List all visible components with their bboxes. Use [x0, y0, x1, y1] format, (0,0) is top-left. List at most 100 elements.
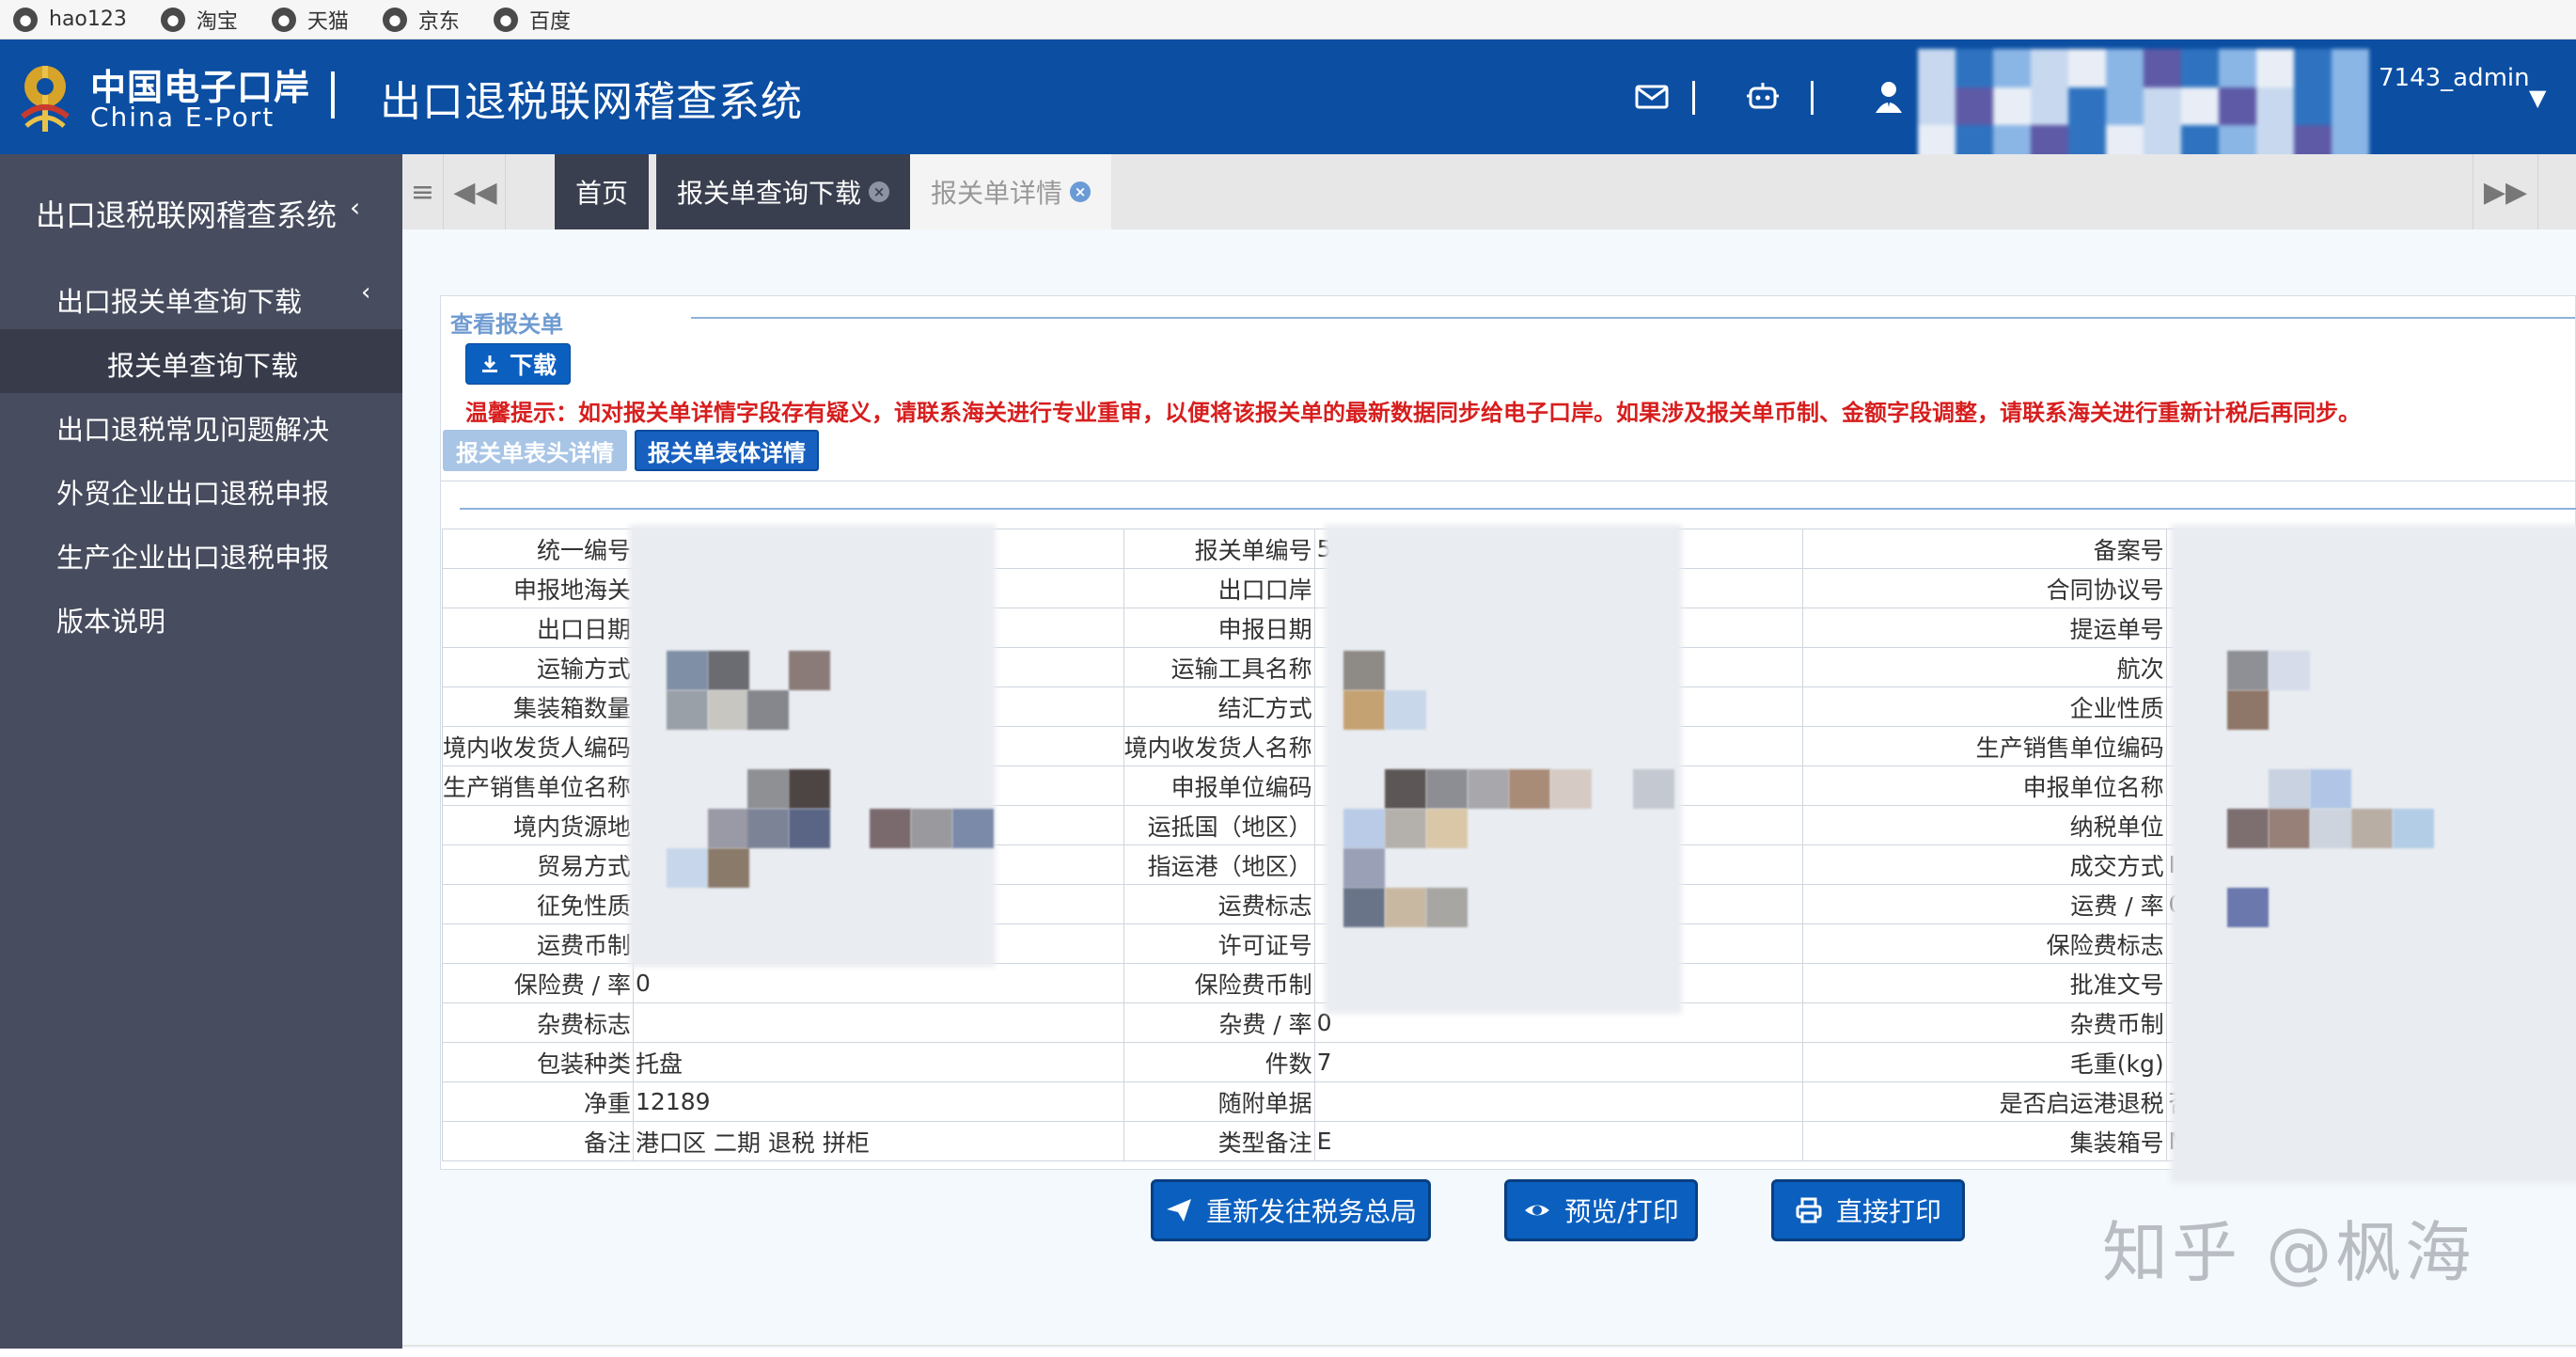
field-label: 结汇方式	[1123, 686, 1315, 727]
field-label: 运费 / 率	[1802, 884, 2167, 924]
print-icon	[1796, 1197, 1822, 1223]
user-name[interactable]: 7143_admin	[2379, 64, 2530, 92]
field-value	[1313, 1081, 1804, 1122]
globe-icon: ●	[13, 7, 38, 32]
field-label: 出口日期	[441, 607, 635, 648]
bookmark-jd[interactable]: ● 京东	[382, 5, 460, 35]
chevron-left-icon[interactable]: ‹	[350, 192, 360, 223]
field-label: 申报单位名称	[1802, 765, 2167, 806]
divider	[460, 508, 2576, 510]
sidebar-item-trade-enterprise[interactable]: 外贸企业出口退税申报	[56, 472, 329, 512]
redacted-region	[2269, 769, 2310, 809]
redacted-region	[1343, 888, 1385, 927]
redacted-region	[667, 651, 708, 690]
field-label: 合同协议号	[1802, 568, 2167, 608]
warning-notice: 温馨提示：如对报关单详情字段存有疑义，请联系海关进行专业重审，以便将该报关单的最…	[465, 400, 2361, 426]
close-icon[interactable]: ×	[1070, 181, 1092, 202]
mail-icon[interactable]	[1634, 79, 1670, 115]
bookmarks-bar: ● hao123 ● 淘宝 ● 天猫 ● 京东 ● 百度	[0, 0, 2576, 39]
field-label: 运输工具名称	[1123, 647, 1315, 687]
field-label: 保险费 / 率	[441, 963, 635, 1003]
tab-body-detail[interactable]: 报关单表体详情	[635, 430, 819, 471]
user-icon[interactable]	[1871, 79, 1907, 115]
field-label: 包装种类	[441, 1042, 635, 1082]
redacted-region	[1426, 809, 1468, 848]
field-label: 生产销售单位编码	[1802, 726, 2167, 766]
redacted-region	[789, 809, 830, 848]
bookmark-tmall[interactable]: ● 天猫	[271, 5, 349, 35]
field-label: 运费标志	[1123, 884, 1315, 924]
sidebar-item-version-notes[interactable]: 版本说明	[56, 600, 165, 639]
sidebar-title: 出口退税联网稽查系统	[36, 197, 338, 233]
field-label: 保险费币制	[1123, 963, 1315, 1003]
redacted-region	[1343, 848, 1385, 888]
tab-declaration-query[interactable]: 报关单查询下载 ×	[656, 154, 911, 229]
chevron-left-icon[interactable]: ‹	[361, 278, 370, 307]
tab-header-detail[interactable]: 报关单表头详情	[443, 430, 627, 471]
resend-tax-bureau-button[interactable]: 重新发往税务总局	[1151, 1179, 1431, 1241]
redacted-region	[1633, 769, 1674, 809]
field-label: 运费币制	[441, 923, 635, 964]
redacted-region	[708, 651, 749, 690]
logo-english: China E-Port	[90, 102, 275, 133]
field-value: 7	[1313, 1042, 1804, 1082]
field-label: 企业性质	[1802, 686, 2167, 727]
tab-declaration-detail[interactable]: 报关单详情 ×	[910, 154, 1112, 229]
redacted-region	[2227, 690, 2269, 730]
watermark: 知乎 @枫海	[2102, 1214, 2475, 1291]
menu-icon[interactable]: ≡	[402, 154, 444, 229]
redacted-region	[1385, 809, 1426, 848]
redacted-region	[1426, 888, 1468, 927]
tab-home[interactable]: 首页	[555, 154, 650, 229]
sidebar-item-faq[interactable]: 出口退税常见问题解决	[56, 408, 329, 448]
field-label: 申报地海关	[441, 568, 635, 608]
redacted-region	[1343, 809, 1385, 848]
redacted-region	[2227, 809, 2269, 848]
field-value: 托盘	[633, 1042, 1124, 1082]
preview-print-button[interactable]: 预览/打印	[1504, 1179, 1698, 1241]
sidebar-item-export-declaration[interactable]: 出口报关单查询下载	[56, 280, 302, 320]
bookmark-taobao[interactable]: ● 淘宝	[160, 5, 238, 35]
redacted-region	[2269, 651, 2310, 690]
customs-emblem-icon	[21, 66, 70, 132]
redacted-region	[667, 848, 708, 888]
field-label: 批准文号	[1802, 963, 2167, 1003]
globe-icon: ●	[382, 7, 407, 32]
bookmark-hao123[interactable]: ● hao123	[13, 7, 127, 32]
redacted-region	[708, 848, 749, 888]
send-icon	[1166, 1199, 1191, 1222]
redacted-region	[2171, 525, 2576, 1183]
header-separator	[1692, 81, 1695, 115]
scroll-left-icon[interactable]: ◀◀	[446, 154, 506, 229]
bookmark-baidu[interactable]: ● 百度	[493, 5, 571, 35]
app-header: 中国电子口岸 China E-Port 出口退税联网稽查系统 7143_admi…	[0, 39, 2576, 164]
direct-print-button[interactable]: 直接打印	[1771, 1179, 1965, 1241]
field-label: 统一编号	[441, 529, 635, 569]
redacted-region	[1550, 769, 1592, 809]
redacted-region	[747, 690, 789, 730]
field-label: 生产销售单位名称	[441, 765, 635, 806]
close-icon[interactable]: ×	[869, 181, 890, 202]
redacted-region	[667, 690, 708, 730]
redacted-region	[2269, 809, 2310, 848]
robot-icon[interactable]	[1745, 79, 1781, 115]
caret-down-icon[interactable]: ▼	[2529, 85, 2546, 111]
field-label: 杂费币制	[1802, 1002, 2167, 1043]
field-value: 12189	[633, 1081, 1124, 1122]
redacted-region	[708, 809, 749, 848]
field-label: 杂费 / 率	[1123, 1002, 1315, 1043]
redacted-region	[911, 809, 952, 848]
download-button[interactable]: 下载	[465, 343, 571, 385]
system-title: 出口退税联网稽查系统	[380, 78, 803, 126]
sidebar-item-production-enterprise[interactable]: 生产企业出口退税申报	[56, 536, 329, 576]
scroll-right-icon[interactable]: ▶▶	[2473, 154, 2538, 229]
eye-icon	[1525, 1205, 1550, 1216]
field-value: 0	[633, 963, 1124, 1003]
field-label: 运抵国（地区）	[1123, 805, 1315, 845]
panel-title: 查看报关单	[450, 311, 563, 338]
redacted-region	[870, 809, 911, 848]
field-label: 杂费标志	[441, 1002, 635, 1043]
redacted-region	[1385, 690, 1426, 730]
sidebar-subitem-declaration-query[interactable]: 报关单查询下载	[0, 329, 402, 393]
redacted-region	[1343, 690, 1385, 730]
